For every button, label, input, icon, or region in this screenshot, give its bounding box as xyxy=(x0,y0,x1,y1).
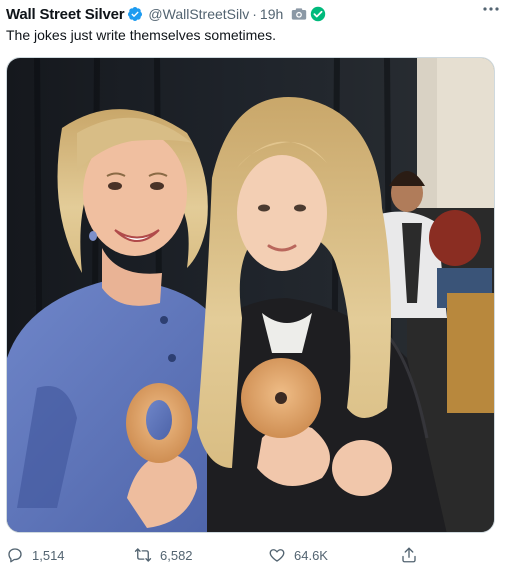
tweet-photo[interactable] xyxy=(6,57,495,533)
like-count: 64.6K xyxy=(294,547,328,563)
more-options-button[interactable] xyxy=(481,0,501,18)
share-button[interactable] xyxy=(400,546,418,564)
author-handle[interactable]: @WallStreetSilv xyxy=(148,6,249,22)
share-icon xyxy=(402,547,416,563)
retweet-icon xyxy=(134,548,152,562)
tweet-header: Wall Street Silver @WallStreetSilv · 19h xyxy=(6,4,503,24)
more-options-icon xyxy=(483,7,499,11)
verified-badge-icon xyxy=(128,7,143,21)
photo-image xyxy=(7,58,494,532)
reply-icon xyxy=(8,548,22,563)
reply-button[interactable]: 1,514 xyxy=(6,546,65,564)
retweet-count: 6,582 xyxy=(160,547,193,563)
separator-dot: · xyxy=(252,6,257,22)
tweet-text: The jokes just write themselves sometime… xyxy=(6,27,276,43)
reply-count: 1,514 xyxy=(32,547,65,563)
author-name[interactable]: Wall Street Silver xyxy=(6,6,125,23)
timestamp[interactable]: 19h xyxy=(260,6,283,22)
check-badge-icon xyxy=(311,6,326,22)
retweet-button[interactable]: 6,582 xyxy=(134,546,193,564)
like-button[interactable]: 64.6K xyxy=(268,546,328,564)
like-icon xyxy=(269,549,285,562)
tweet-actions: 1,514 6,582 64.6K xyxy=(6,544,503,566)
camera-icon xyxy=(292,8,307,20)
